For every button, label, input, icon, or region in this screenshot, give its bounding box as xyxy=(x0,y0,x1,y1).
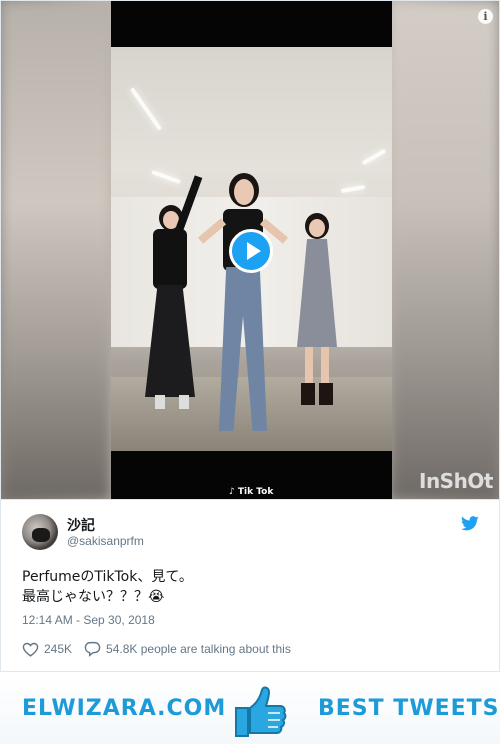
ceiling-light xyxy=(340,184,366,194)
user-handle[interactable]: @sakisanprfm xyxy=(67,534,144,548)
like-action[interactable]: 245K xyxy=(22,642,72,657)
play-icon xyxy=(247,242,261,260)
avatar[interactable] xyxy=(22,514,58,550)
comment-icon xyxy=(84,641,101,657)
media-blur-right xyxy=(389,1,499,499)
ceiling-light xyxy=(151,169,181,185)
tweet-card: 沙記 @sakisanprfm PerfumeのTikTok、見て。 最高じゃな… xyxy=(0,500,500,672)
twitter-bird-icon[interactable] xyxy=(461,516,479,531)
media-blur-left xyxy=(1,1,111,499)
reply-action[interactable]: 54.8K people are talking about this xyxy=(84,641,291,657)
tweet-embed-page: ♪ Tik Tok InShOt i 沙記 @sakisanprfm Perfu… xyxy=(0,0,500,744)
dancer-right xyxy=(281,207,351,417)
tweet-text-line: 最高じゃない？？？😭 xyxy=(22,589,165,605)
site-name: ELWIZARA.COM xyxy=(22,696,227,721)
video-letterbox-top xyxy=(111,1,392,47)
tweet-timestamp[interactable]: 12:14 AM - Sep 30, 2018 xyxy=(22,613,155,627)
heart-icon xyxy=(22,642,39,657)
tweet-media[interactable]: ♪ Tik Tok InShOt i xyxy=(0,0,500,500)
banner-tagline: BEST TWEETS xyxy=(318,696,500,721)
tiktok-watermark: ♪ Tik Tok xyxy=(229,487,274,497)
dancer-left xyxy=(141,175,203,417)
ceiling-light xyxy=(361,148,387,166)
like-count: 245K xyxy=(44,642,73,656)
site-banner: ELWIZARA.COM BEST TWEETS xyxy=(0,676,500,744)
thumbs-up-icon xyxy=(235,686,287,737)
inshot-watermark: InShOt xyxy=(419,469,493,493)
tiktok-note-icon: ♪ xyxy=(229,487,235,497)
ceiling-light xyxy=(130,87,162,131)
tweet-text-line: PerfumeのTikTok、見て。 xyxy=(22,569,193,585)
play-button[interactable] xyxy=(229,229,273,273)
info-icon[interactable]: i xyxy=(478,9,493,24)
talking-count: 54.8K people are talking about this xyxy=(106,642,291,656)
tweet-text: PerfumeのTikTok、見て。 最高じゃない？？？😭 xyxy=(22,567,193,607)
tweet-stats: 245K 54.8K people are talking about this xyxy=(22,640,303,658)
dancer-center xyxy=(193,167,293,447)
display-name[interactable]: 沙記 xyxy=(67,515,95,535)
